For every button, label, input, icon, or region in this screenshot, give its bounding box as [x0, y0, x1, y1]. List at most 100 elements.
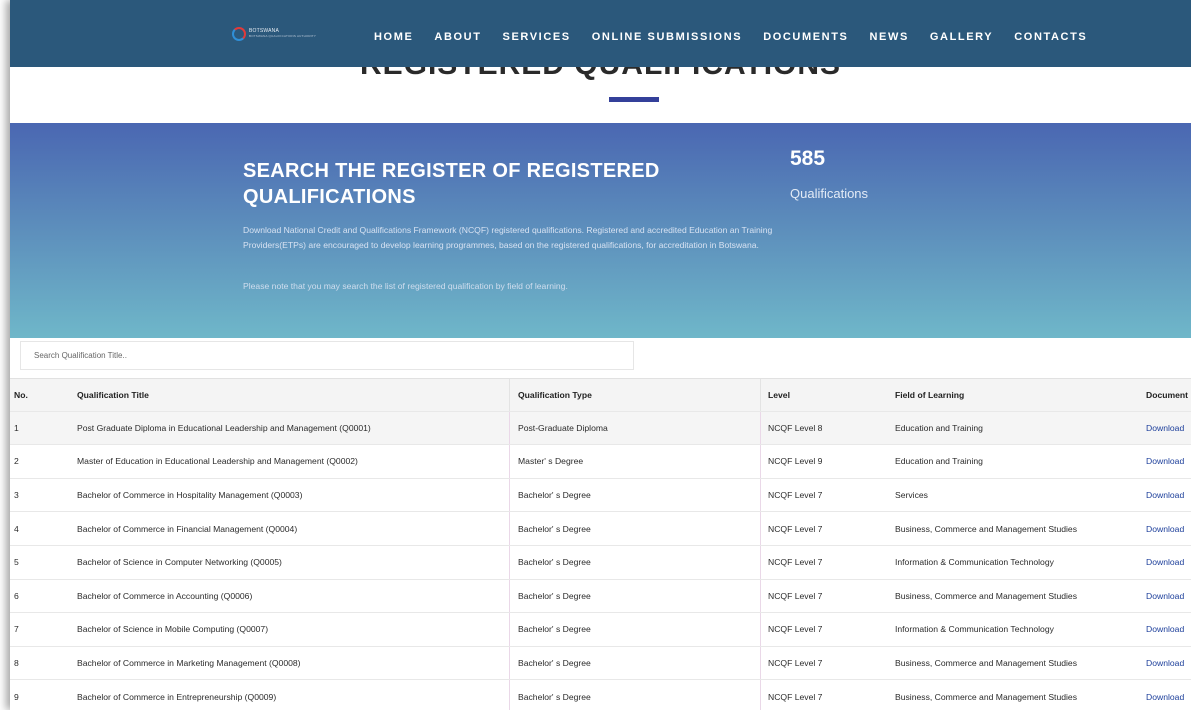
- table-row: 5 Bachelor of Science in Computer Network…: [10, 545, 1191, 580]
- cell-title: Master of Education in Educational Leade…: [77, 456, 358, 467]
- cell-field: Business, Commerce and Management Studie…: [895, 590, 1077, 601]
- cell-title: Post Graduate Diploma in Educational Lea…: [77, 422, 371, 433]
- download-link[interactable]: Download: [1146, 490, 1184, 500]
- nav-item-services[interactable]: SERVICES: [503, 31, 571, 43]
- cell-title: Bachelor of Commerce in Entrepreneurship…: [77, 691, 277, 702]
- download-link[interactable]: Download: [1146, 591, 1184, 601]
- table-row: 8 Bachelor of Commerce in Marketing Manag…: [10, 646, 1191, 681]
- column-header-document: Document: [1146, 389, 1189, 400]
- cell-document: Download: [1146, 412, 1191, 445]
- cell-title: Bachelor of Commerce in Marketing Manage…: [77, 658, 301, 669]
- download-link[interactable]: Download: [1146, 692, 1184, 702]
- search-box: [20, 341, 634, 370]
- logo[interactable]: BOTSWANA BOTSWANA QUALIFICATIONS AUTHORI…: [232, 27, 316, 41]
- search-input[interactable]: [21, 342, 633, 369]
- logo-icon: [232, 27, 246, 41]
- cell-level: NCQF Level 9: [768, 456, 823, 467]
- cell-title: Bachelor of Commerce in Accounting (Q000…: [77, 590, 253, 601]
- download-link[interactable]: Download: [1146, 456, 1184, 466]
- table-row: 4 Bachelor of Commerce in Financial Manag…: [10, 512, 1191, 546]
- download-link[interactable]: Download: [1146, 557, 1184, 567]
- cell-no: 7: [14, 624, 19, 635]
- cell-document: Download: [1146, 512, 1191, 545]
- cell-level: NCQF Level 7: [768, 624, 823, 635]
- download-link[interactable]: Download: [1146, 423, 1184, 433]
- nav-item-news[interactable]: NEWS: [869, 31, 908, 43]
- column-header-title[interactable]: Qualification Title: [77, 379, 507, 411]
- cell-field: Business, Commerce and Management Studie…: [895, 523, 1077, 534]
- hero-banner: SEARCH THE REGISTER OF REGISTERED QUALIF…: [10, 123, 1191, 338]
- column-header-no: No.: [14, 389, 28, 400]
- cell-level: NCQF Level 7: [768, 523, 823, 534]
- cell-no: 5: [14, 557, 19, 568]
- cell-field: Business, Commerce and Management Studie…: [895, 658, 1077, 669]
- cell-title: Bachelor of Science in Computer Networki…: [77, 557, 282, 568]
- cell-no: 3: [14, 490, 19, 501]
- cell-field: Business, Commerce and Management Studie…: [895, 691, 1077, 702]
- cell-type: Bachelor' s Degree: [509, 646, 761, 680]
- main-menu: HOME ABOUT SERVICES ONLINE SUBMISSIONS D…: [374, 31, 1108, 43]
- cell-document: Download: [1146, 546, 1191, 579]
- top-navbar: BOTSWANA BOTSWANA QUALIFICATIONS AUTHORI…: [10, 0, 1191, 67]
- column-header-field[interactable]: Field of Learning: [895, 379, 1135, 411]
- nav-item-about[interactable]: ABOUT: [434, 31, 481, 43]
- cell-no: 8: [14, 658, 19, 669]
- cell-field: Information & Communication Technology: [895, 557, 1054, 568]
- cell-no: 6: [14, 590, 19, 601]
- cell-title: Bachelor of Science in Mobile Computing …: [77, 624, 269, 635]
- nav-item-contacts[interactable]: CONTACTS: [1014, 31, 1087, 43]
- cell-type: Bachelor' s Degree: [509, 613, 761, 646]
- cell-level: NCQF Level 7: [768, 490, 823, 501]
- cell-field: Education and Training: [895, 456, 983, 467]
- logo-line-2: BOTSWANA QUALIFICATIONS AUTHORITY: [249, 34, 317, 38]
- column-header-level[interactable]: Level: [768, 379, 878, 411]
- cell-field: Services: [895, 490, 928, 501]
- qualification-count-label: Qualifications: [790, 186, 869, 201]
- nav-item-gallery[interactable]: GALLERY: [930, 31, 993, 43]
- table-header-row: No. Qualification Title Qualification Ty…: [10, 378, 1191, 412]
- cell-no: 2: [14, 456, 19, 467]
- page-frame: REGISTERED QUALIFICATIONS BOTSWANA BOTSW…: [10, 0, 1191, 710]
- cell-level: NCQF Level 7: [768, 658, 823, 669]
- table-row: 6 Bachelor of Commerce in Accounting (Q00…: [10, 579, 1191, 614]
- cell-type: Bachelor' s Degree: [509, 545, 761, 579]
- cell-level: NCQF Level 7: [768, 557, 823, 568]
- cell-no: 9: [14, 691, 19, 702]
- table-row: 7 Bachelor of Science in Mobile Computing…: [10, 613, 1191, 647]
- nav-item-documents[interactable]: DOCUMENTS: [763, 31, 848, 43]
- table-row: 2 Master of Education in Educational Lead…: [10, 445, 1191, 479]
- cell-type: Bachelor' s Degree: [509, 512, 761, 545]
- hero-description: Download National Credit and Qualificati…: [243, 225, 773, 250]
- hero-heading: SEARCH THE REGISTER OF REGISTERED QUALIF…: [243, 160, 660, 208]
- column-header-type[interactable]: Qualification Type: [509, 379, 761, 411]
- table-row: 1 Post Graduate Diploma in Educational Le…: [10, 411, 1191, 446]
- cell-type: Master' s Degree: [509, 445, 761, 478]
- cell-title: Bachelor of Commerce in Financial Manage…: [77, 523, 298, 534]
- cell-document: Download: [1146, 680, 1191, 710]
- cell-document: Download: [1146, 647, 1191, 680]
- cell-document: Download: [1146, 445, 1191, 478]
- table-row: 3 Bachelor of Commerce in Hospitality Man…: [10, 478, 1191, 513]
- qualification-count: 585: [790, 147, 826, 170]
- nav-item-home[interactable]: HOME: [374, 31, 413, 43]
- cell-no: 4: [14, 523, 19, 534]
- cell-type: Bachelor' s Degree: [509, 579, 761, 613]
- cell-document: Download: [1146, 580, 1191, 613]
- cell-field: Education and Training: [895, 422, 983, 433]
- download-link[interactable]: Download: [1146, 624, 1184, 634]
- nav-item-online-submissions[interactable]: ONLINE SUBMISSIONS: [592, 31, 742, 43]
- cell-field: Information & Communication Technology: [895, 624, 1054, 635]
- download-link[interactable]: Download: [1146, 524, 1184, 534]
- cell-document: Download: [1146, 479, 1191, 512]
- download-link[interactable]: Download: [1146, 658, 1184, 668]
- cell-title: Bachelor of Commerce in Hospitality Mana…: [77, 490, 303, 501]
- cell-level: NCQF Level 7: [768, 590, 823, 601]
- cell-type: Bachelor' s Degree: [509, 680, 761, 710]
- cell-level: NCQF Level 7: [768, 691, 823, 702]
- cell-document: Download: [1146, 613, 1191, 646]
- logo-text: BOTSWANA BOTSWANA QUALIFICATIONS AUTHORI…: [249, 29, 316, 39]
- cell-level: NCQF Level 8: [768, 422, 823, 433]
- table-body: 1 Post Graduate Diploma in Educational Le…: [10, 411, 1191, 710]
- cell-type: Post-Graduate Diploma: [509, 411, 761, 445]
- cell-type: Bachelor' s Degree: [509, 478, 761, 512]
